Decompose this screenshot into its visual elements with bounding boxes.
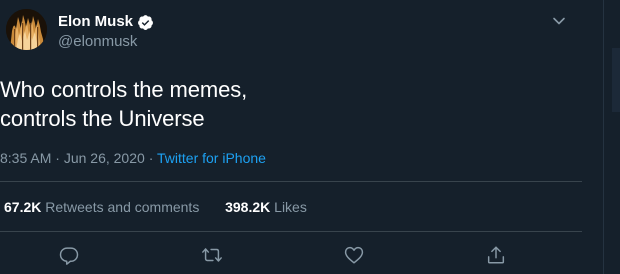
likes-label: Likes [274,199,307,215]
tweet-meta: 8:35 AM · Jun 26, 2020 · Twitter for iPh… [0,149,266,167]
tweet-stats: 67.2K Retweets and comments 398.2K Likes [4,198,307,216]
meta-separator: · [148,150,157,166]
tweet-time[interactable]: 8:35 AM [0,150,51,166]
avatar-image [6,9,47,50]
author-handle[interactable]: @elonmusk [58,33,137,51]
column-border [603,0,604,274]
author-display-name[interactable]: Elon Musk [58,13,133,31]
retweets-stat[interactable]: 67.2K Retweets and comments [4,199,203,215]
retweet-icon[interactable] [201,244,223,266]
likes-stat[interactable]: 398.2K Likes [225,199,307,215]
retweets-count: 67.2K [4,199,42,215]
author-name-row[interactable]: Elon Musk [58,13,154,31]
avatar[interactable] [6,9,47,50]
sidebar-panel [612,48,620,112]
retweets-label: Retweets and comments [45,199,200,215]
divider [0,231,582,232]
tweet-source-link[interactable]: Twitter for iPhone [157,150,266,166]
meta-separator: · [55,150,64,166]
tweet-actions [0,244,582,270]
tweet-text: Who controls the memes, controls the Uni… [0,77,248,131]
heart-icon[interactable] [343,244,365,266]
verified-badge-icon [137,14,154,31]
share-icon[interactable] [485,244,507,266]
tweet-date[interactable]: Jun 26, 2020 [64,150,145,166]
divider [0,181,582,182]
sidebar-edge [603,0,620,274]
reply-icon[interactable] [58,244,80,266]
chevron-down-icon[interactable] [550,12,568,30]
tweet-card: Elon Musk @elonmusk Who controls the mem… [0,0,582,274]
likes-count: 398.2K [225,199,271,215]
